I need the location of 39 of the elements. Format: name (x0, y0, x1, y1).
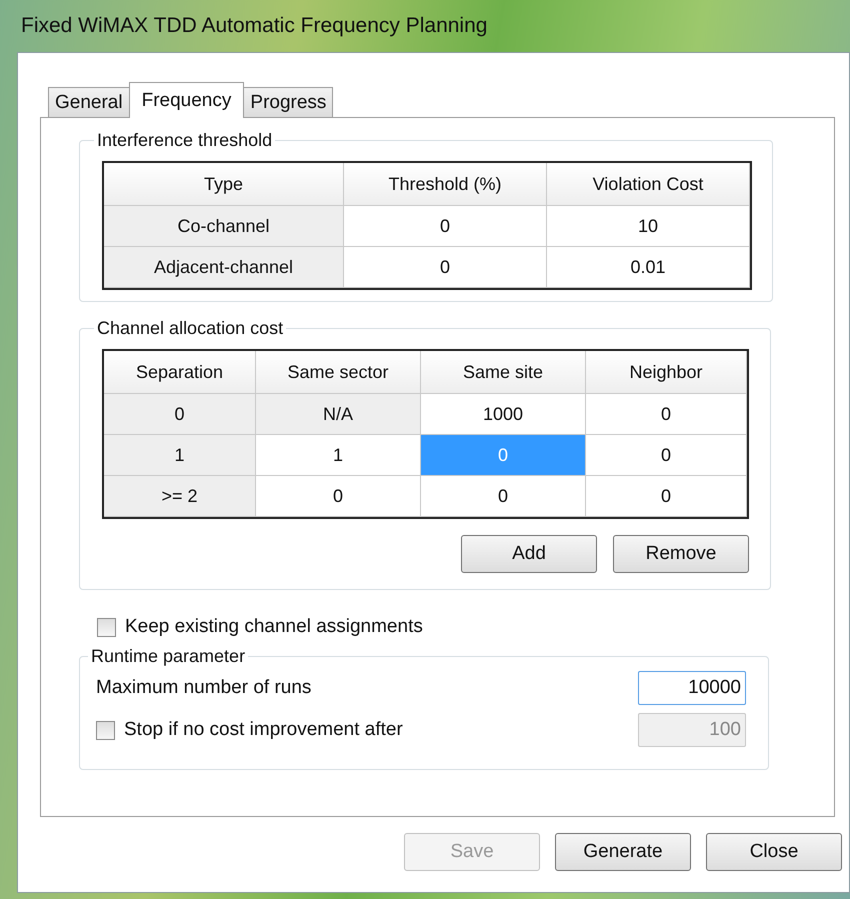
action-button[interactable]: Add (461, 535, 597, 573)
table-cell[interactable]: 0 (344, 206, 547, 247)
column-header[interactable]: Same site (421, 351, 586, 394)
column-header[interactable]: Threshold (%) (344, 163, 547, 206)
action-button[interactable]: Remove (613, 535, 749, 573)
group-title: Runtime parameter (90, 646, 246, 667)
table-cell[interactable]: 0 (586, 476, 747, 517)
column-header[interactable]: Neighbor (586, 351, 747, 394)
table-cell[interactable]: 1 (104, 435, 256, 476)
table-cell[interactable]: 0.01 (547, 247, 750, 288)
table-cell[interactable]: 0 (344, 247, 547, 288)
tab[interactable]: Frequency (128, 82, 244, 118)
table-cell[interactable]: N/A (256, 394, 421, 435)
table-cell[interactable]: 0 (104, 394, 256, 435)
field-label: Maximum number of runs (96, 677, 312, 699)
column-header[interactable]: Type (104, 163, 344, 206)
table-cell[interactable]: Co-channel (104, 206, 344, 247)
table-cell[interactable]: 0 (256, 476, 421, 517)
table-cell[interactable]: 1000 (421, 394, 586, 435)
tab[interactable]: General (48, 87, 130, 117)
table-cell[interactable]: >= 2 (104, 476, 256, 517)
dialog-button[interactable]: Close (706, 833, 842, 871)
input-field[interactable]: 10000 (638, 671, 746, 705)
tab[interactable]: Progress (243, 87, 334, 117)
window-title: Fixed WiMAX TDD Automatic Frequency Planning (21, 14, 488, 38)
table-cell[interactable]: 0 (586, 394, 747, 435)
checkbox[interactable] (97, 618, 116, 636)
dialog-button[interactable]: Generate (555, 833, 691, 871)
group-title: Interference threshold (96, 130, 274, 151)
column-header[interactable]: Separation (104, 351, 256, 394)
group-title: Channel allocation cost (96, 318, 284, 339)
column-header[interactable]: Same sector (256, 351, 421, 394)
column-header[interactable]: Violation Cost (547, 163, 750, 206)
table-cell[interactable]: 0 (586, 435, 747, 476)
table-cell[interactable]: 0 (421, 476, 586, 517)
table-cell[interactable]: 10 (547, 206, 750, 247)
checkbox-label[interactable]: Keep existing channel assignments (125, 616, 423, 638)
table-cell[interactable]: Adjacent-channel (104, 247, 344, 288)
table-cell[interactable]: 1 (256, 435, 421, 476)
